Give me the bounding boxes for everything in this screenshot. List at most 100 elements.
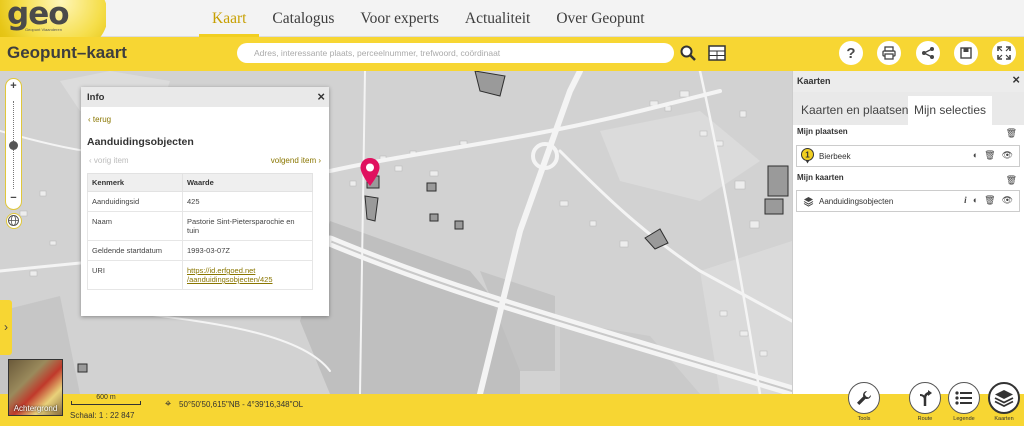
fullscreen-icon	[997, 46, 1011, 60]
trash-icon[interactable]: 🗑	[1006, 128, 1017, 139]
search-input[interactable]	[237, 43, 674, 63]
info-close-button[interactable]: ×	[317, 89, 325, 104]
legend-button[interactable]	[948, 382, 980, 414]
attribute-table: Kenmerk Waarde Aanduidingsid 425 Naam Pa…	[87, 173, 313, 290]
main-nav: Kaart Catalogus Voor experts Actualiteit…	[199, 0, 658, 37]
bookmark-button[interactable]	[954, 41, 978, 65]
help-button[interactable]: ?	[839, 41, 863, 65]
nav-item-kaart[interactable]: Kaart	[199, 0, 260, 37]
table-cell: Naam	[87, 211, 183, 241]
fullscreen-button[interactable]	[992, 41, 1016, 65]
table-header-row: Kenmerk Waarde	[87, 173, 313, 192]
next-item-label: volgend item	[270, 156, 317, 165]
table-cell: 1993-03-07Z	[182, 240, 313, 261]
nav-item-catalogus[interactable]: Catalogus	[259, 0, 347, 37]
panel-title: Kaarten	[797, 76, 831, 86]
maps-section-title: Mijn kaarten	[797, 173, 844, 182]
wrench-icon	[857, 391, 871, 405]
trash-icon[interactable]: 🗑	[984, 150, 995, 161]
scale-bar	[71, 401, 141, 405]
table-cell: Geldende startdatum	[87, 240, 183, 261]
table-row: Geldende startdatum 1993-03-07Z	[87, 240, 313, 261]
layers-stack-icon	[994, 390, 1014, 407]
table-cell: URI	[87, 260, 183, 290]
feature-layer-name: Aanduidingsobjecten	[87, 136, 194, 148]
globe-icon	[8, 215, 19, 226]
list-item-map-layer[interactable]: Aanduidingsobjecten i ◐ 🗑 👁	[796, 190, 1020, 212]
scale-distance: 600 m	[96, 394, 116, 401]
table-cell: Aanduidingsid	[87, 191, 183, 212]
place-name: Bierbeek	[819, 152, 851, 161]
next-item-link[interactable]: volgend item ›	[271, 156, 321, 165]
basemap-switcher[interactable]: Achtergrond	[8, 359, 63, 416]
opacity-icon[interactable]: ◐	[973, 195, 978, 206]
search-icon	[680, 45, 696, 61]
route-icon	[919, 390, 932, 406]
table-row: URI https://id.erfgoed.net /aanduidingso…	[87, 260, 313, 290]
table-cell: 425	[182, 191, 313, 212]
info-popup: Info × ‹ terug Aanduidingsobjecten ‹ vor…	[81, 87, 329, 316]
layers-grid-icon	[708, 45, 726, 61]
trash-icon[interactable]: 🗑	[984, 195, 995, 206]
nav-item-actualiteit[interactable]: Actualiteit	[452, 0, 543, 37]
table-cell: Pastorie Sint-Pietersparochie en tuin	[182, 211, 313, 241]
basemap-label: Achtergrond	[13, 404, 58, 413]
column-header: Kenmerk	[87, 173, 183, 192]
trash-icon[interactable]: 🗑	[1006, 175, 1017, 186]
bookmark-icon	[960, 47, 972, 59]
location-marker-icon[interactable]	[359, 157, 381, 187]
eye-icon[interactable]: 👁	[1002, 150, 1013, 161]
tools-button[interactable]	[848, 382, 880, 414]
route-label: Route	[917, 416, 933, 422]
back-link[interactable]: ‹ terug	[88, 115, 111, 124]
print-button[interactable]	[877, 41, 901, 65]
column-header: Waarde	[182, 173, 313, 192]
places-section-title: Mijn plaatsen	[797, 127, 848, 136]
panel-close-button[interactable]: ×	[1012, 72, 1020, 87]
legend-label: Legende	[953, 416, 975, 422]
previous-item-label: vorig item	[93, 156, 129, 165]
table-row: Aanduidingsid 425	[87, 191, 313, 212]
share-icon	[922, 47, 934, 59]
maps-label: Kaarten	[994, 416, 1014, 422]
maps-button[interactable]	[988, 382, 1020, 414]
nav-item-over-geopunt[interactable]: Over Geopunt	[543, 0, 657, 37]
opacity-icon[interactable]: ◐	[973, 150, 978, 161]
table-row: Naam Pastorie Sint-Pietersparochie en tu…	[87, 211, 313, 241]
sidebar-expand-toggle[interactable]: ›	[0, 300, 12, 355]
search-button[interactable]	[677, 42, 699, 64]
info-header: Info ×	[81, 87, 329, 107]
logo-subtitle: Geopunt Vlaanderen	[25, 27, 62, 32]
zoom-in-button[interactable]: +	[6, 80, 21, 92]
layer-catalog-button[interactable]	[705, 42, 729, 64]
tools-label: Tools	[857, 416, 871, 422]
chevron-right-icon: ›	[316, 156, 321, 165]
list-item-place[interactable]: 1 Bierbeek ◐ 🗑 👁	[796, 145, 1020, 167]
legend-list-icon	[955, 391, 972, 405]
layers-icon	[803, 197, 814, 207]
route-button[interactable]	[909, 382, 941, 414]
map-layer-actions: i ◐ 🗑 👁	[964, 195, 1013, 206]
crosshair-icon: ⌖	[165, 398, 172, 410]
globe-button[interactable]	[6, 213, 22, 229]
zoom-out-button[interactable]: −	[6, 192, 21, 204]
maps-panel: Kaarten × Kaarten en plaatsen Mijn selec…	[792, 71, 1024, 394]
help-icon: ?	[846, 44, 856, 62]
geopunt-logo[interactable]: geo Geopunt Vlaanderen	[0, 0, 106, 37]
zoom-slider-handle[interactable]	[9, 141, 18, 150]
print-icon	[882, 46, 896, 60]
zoom-control: + −	[5, 78, 22, 210]
info-icon[interactable]: i	[964, 195, 967, 206]
nav-item-voor-experts[interactable]: Voor experts	[347, 0, 452, 37]
previous-item-link[interactable]: ‹ vorig item	[89, 156, 129, 165]
chevron-right-icon: ›	[4, 320, 8, 334]
coordinate-readout: 50°50'50,615"NB - 4°39'16,348"OL	[179, 400, 304, 409]
share-button[interactable]	[916, 41, 940, 65]
place-pin-icon: 1	[801, 148, 814, 164]
panel-tabs: Kaarten en plaatsen Mijn selecties	[793, 92, 1024, 125]
svg-text:1: 1	[805, 151, 810, 160]
eye-icon[interactable]: 👁	[1002, 195, 1013, 206]
tab-kaarten-en-plaatsen[interactable]: Kaarten en plaatsen	[795, 96, 914, 125]
uri-link[interactable]: https://id.erfgoed.net /aanduidingsobjec…	[182, 260, 313, 290]
tab-mijn-selecties[interactable]: Mijn selecties	[908, 96, 993, 125]
